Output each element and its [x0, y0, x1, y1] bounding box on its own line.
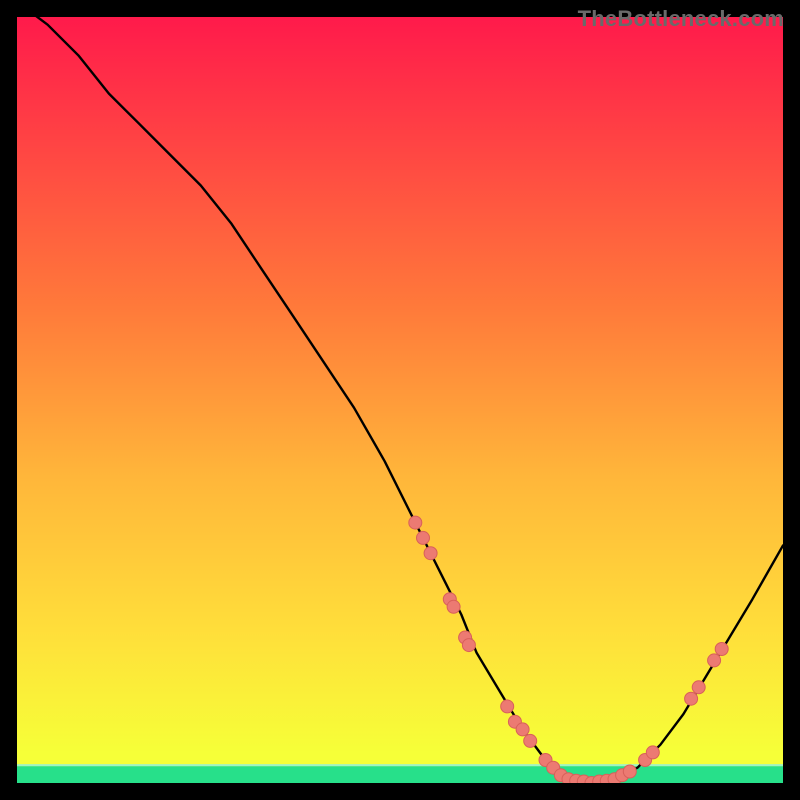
data-dot: [424, 547, 437, 560]
plot-area: [17, 17, 783, 783]
chart-container: TheBottleneck.com: [0, 0, 800, 800]
data-dot: [501, 700, 514, 713]
data-dot: [447, 600, 460, 613]
green-band: [17, 766, 783, 783]
data-dot: [524, 734, 537, 747]
data-dot: [708, 654, 721, 667]
data-dot: [715, 643, 728, 656]
data-dot: [516, 723, 529, 736]
data-dot: [462, 639, 475, 652]
data-dot: [685, 692, 698, 705]
chart-svg: [17, 17, 783, 783]
data-dot: [623, 765, 636, 778]
data-dot: [409, 516, 422, 529]
watermark-text: TheBottleneck.com: [578, 6, 784, 32]
data-dot: [417, 531, 430, 544]
green-band-edge: [17, 764, 783, 766]
data-dot: [692, 681, 705, 694]
gradient-bg: [17, 17, 783, 783]
data-dot: [646, 746, 659, 759]
